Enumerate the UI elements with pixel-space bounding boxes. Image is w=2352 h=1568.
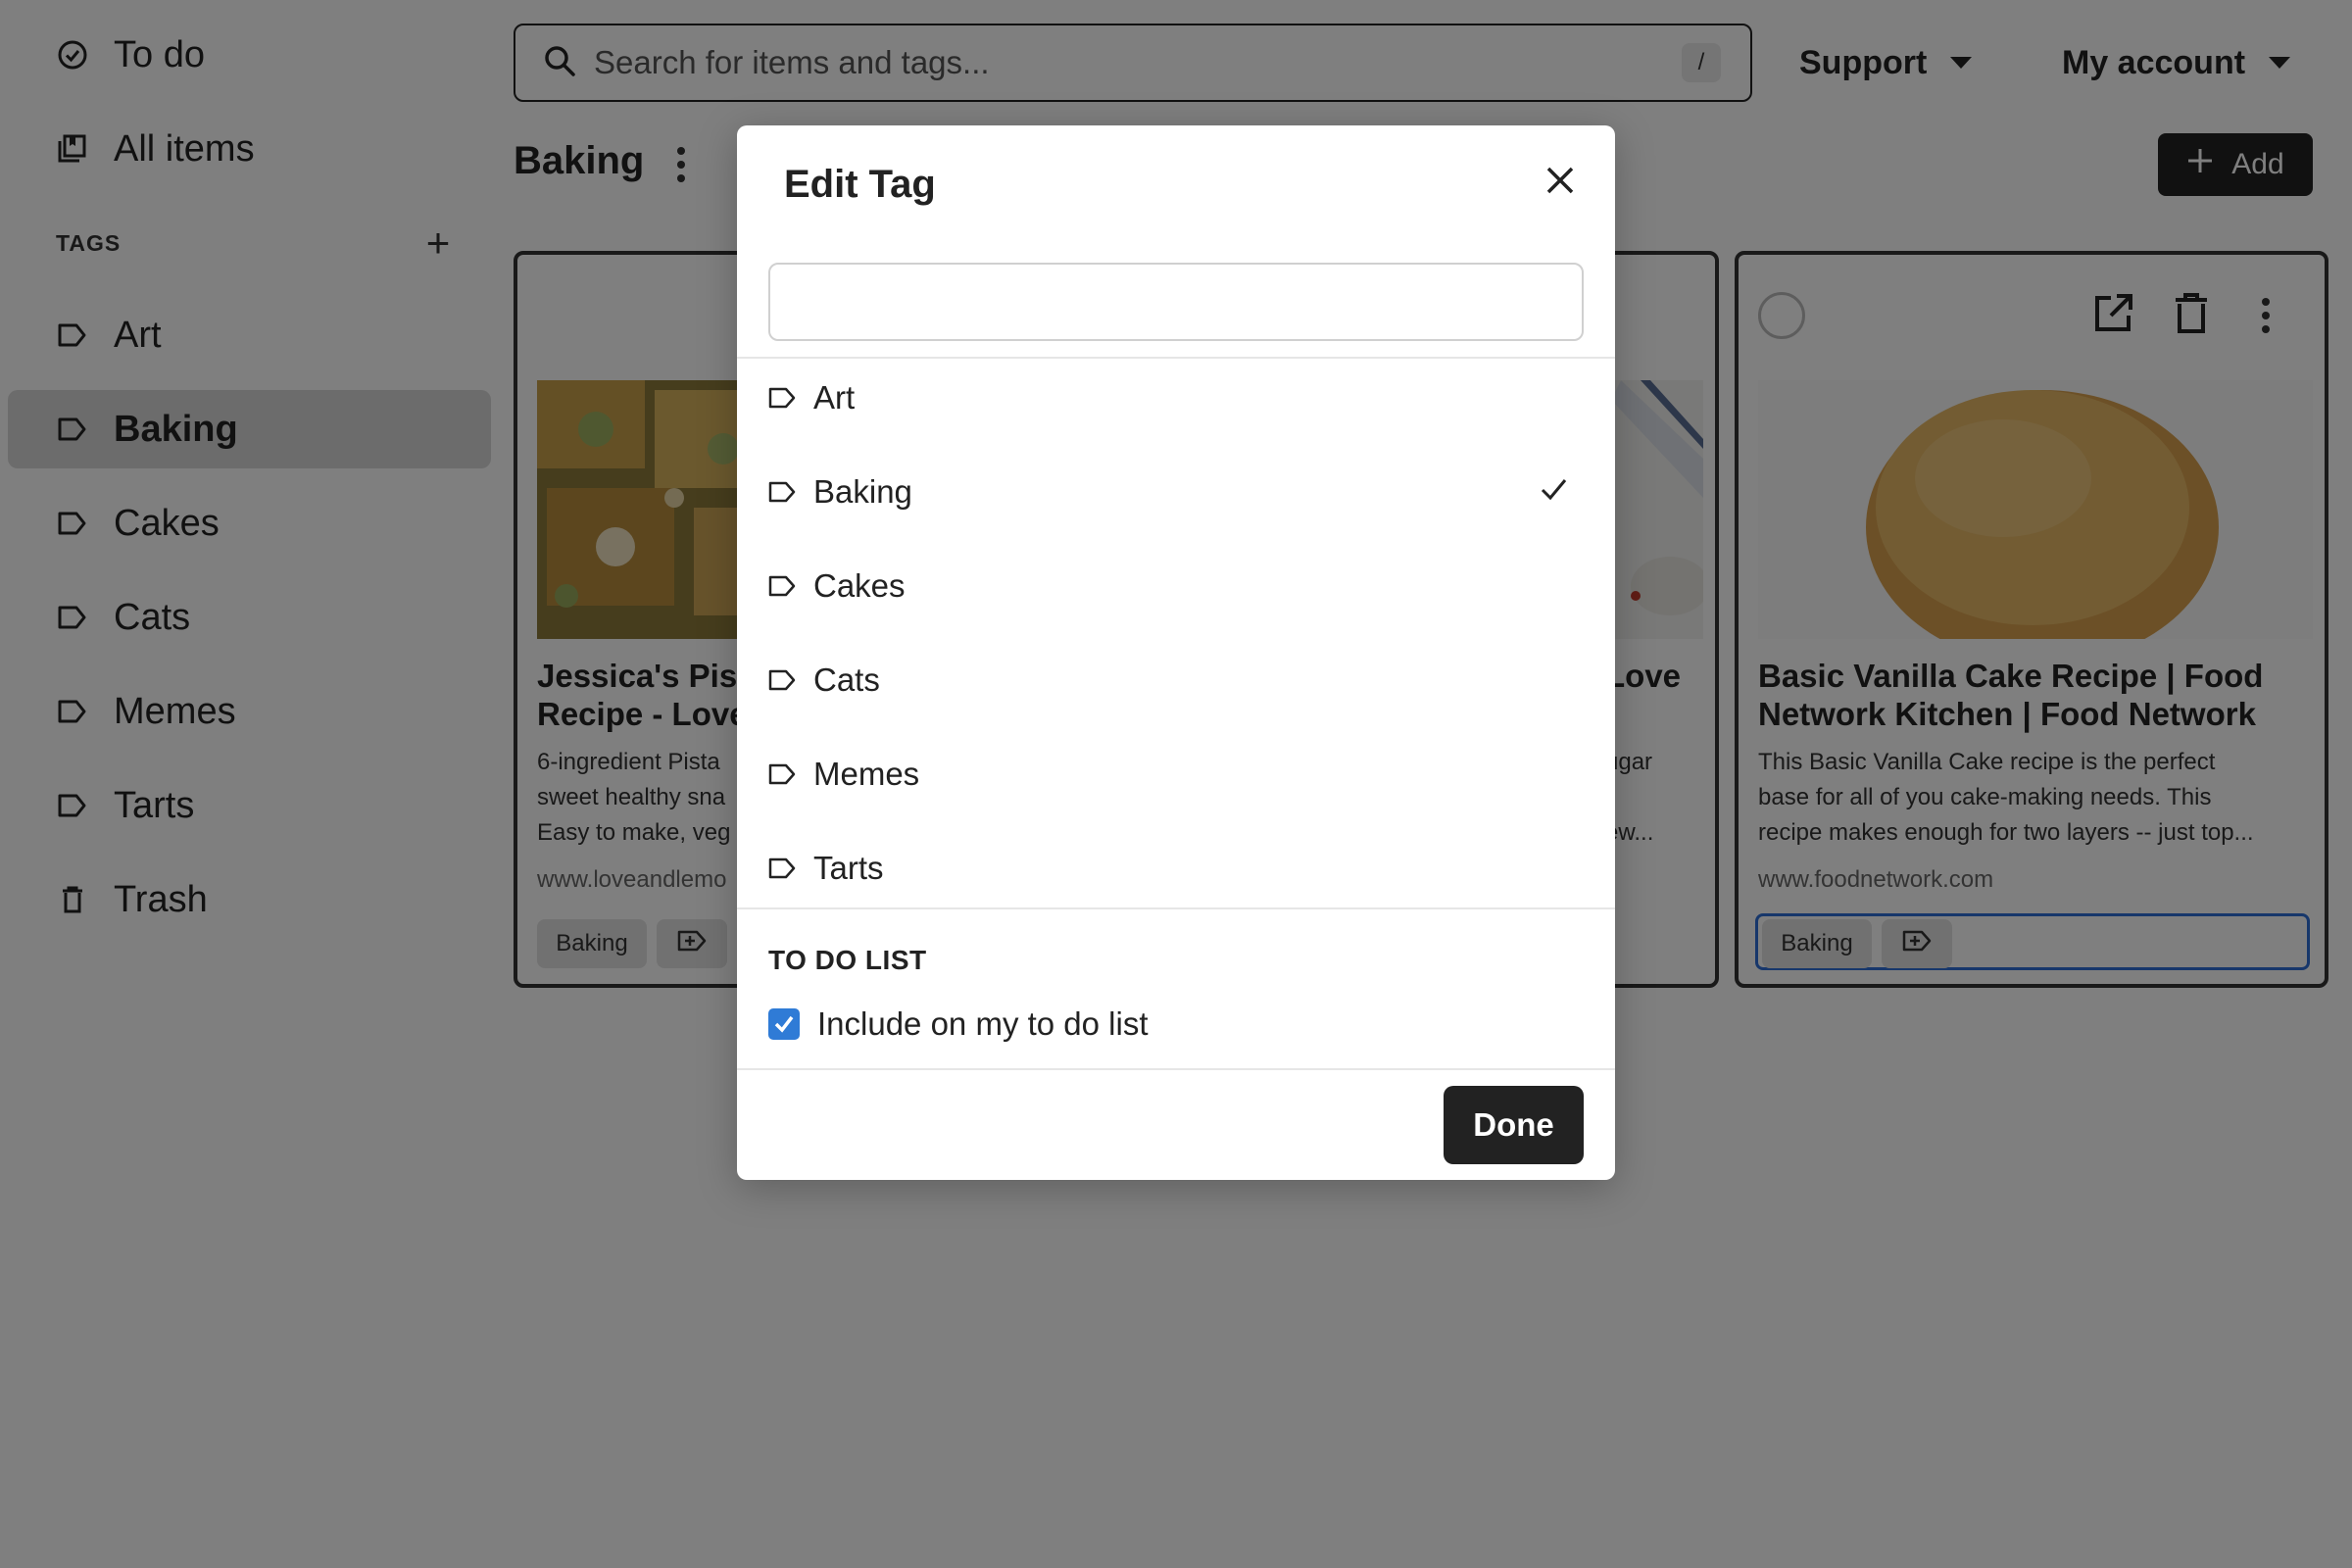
close-button[interactable]: [1533, 155, 1588, 210]
dialog-tag-label: Baking: [813, 473, 912, 510]
todo-section-label: TO DO LIST: [768, 945, 927, 975]
done-button[interactable]: Done: [1444, 1086, 1584, 1164]
dialog-tag-art[interactable]: Art: [737, 351, 1615, 445]
dialog-tag-cats[interactable]: Cats: [737, 633, 1615, 727]
tag-icon: [768, 666, 796, 694]
tag-icon: [768, 855, 796, 882]
dialog-title: Edit Tag: [784, 163, 936, 206]
close-icon: [1545, 166, 1575, 200]
tag-icon: [768, 572, 796, 600]
divider: [737, 907, 1615, 909]
dialog-tag-memes[interactable]: Memes: [737, 727, 1615, 821]
tag-icon: [768, 760, 796, 788]
edit-tag-dialog: Edit Tag Art Baking Cakes Cats Memes Tar…: [737, 125, 1615, 1180]
todo-checkbox[interactable]: [768, 1008, 800, 1040]
dialog-tag-tarts[interactable]: Tarts: [737, 821, 1615, 915]
dialog-tag-label: Tarts: [813, 850, 884, 886]
tag-search-input[interactable]: [768, 263, 1584, 341]
todo-checkbox-row[interactable]: Include on my to do list: [768, 992, 1149, 1056]
todo-checkbox-label: Include on my to do list: [817, 1005, 1149, 1042]
divider: [737, 1068, 1615, 1070]
dialog-tag-label: Cats: [813, 662, 880, 698]
dialog-tag-label: Art: [813, 379, 856, 416]
dialog-tag-baking[interactable]: Baking: [737, 445, 1615, 539]
tag-icon: [768, 384, 796, 412]
tag-icon: [768, 478, 796, 506]
dialog-tag-cakes[interactable]: Cakes: [737, 539, 1615, 633]
dialog-tag-label: Memes: [813, 756, 920, 792]
dialog-tag-label: Cakes: [813, 567, 906, 604]
checkmark-icon: [1539, 474, 1568, 512]
